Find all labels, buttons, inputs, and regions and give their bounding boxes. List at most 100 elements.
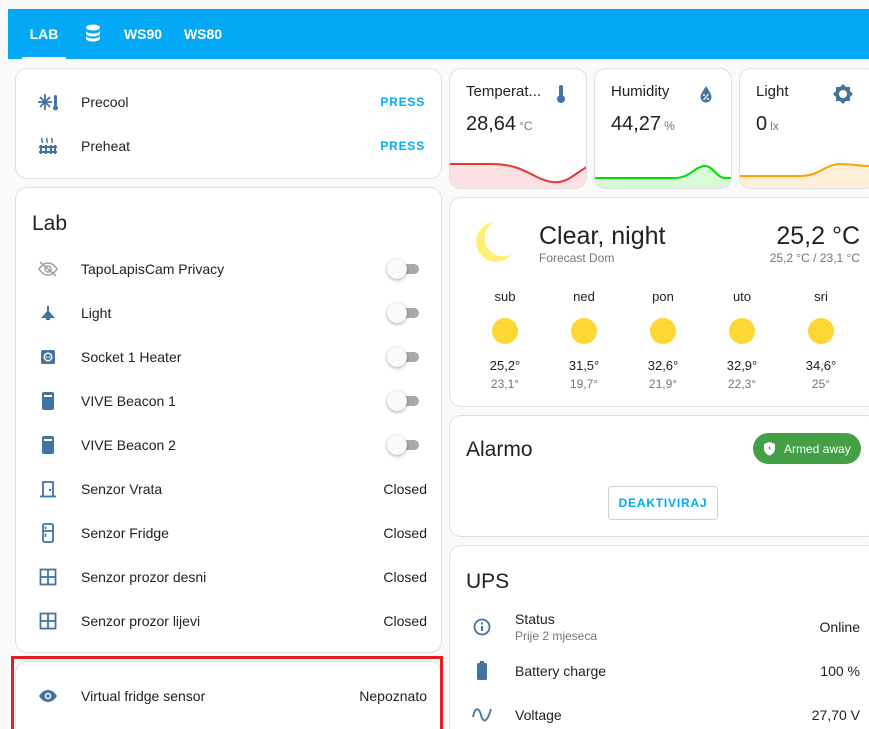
ups-title: UPS: [466, 570, 510, 593]
tab-ws90-label: WS90: [123, 26, 163, 42]
entity-state: Closed: [383, 613, 427, 629]
top-app-bar: LAB WS90 WS80: [8, 9, 869, 59]
tab-lab[interactable]: LAB: [22, 9, 66, 59]
sensor-value: 44,27%: [611, 113, 675, 136]
forecast-high: 32,6°: [647, 358, 679, 373]
toggle-switch[interactable]: [387, 435, 421, 455]
deaktiviraj-button[interactable]: DEAKTIVIRAJ: [608, 486, 718, 520]
fridge-icon: [36, 521, 60, 545]
window-icon: [36, 609, 60, 633]
tab-database[interactable]: [80, 9, 106, 59]
humidity-graph: [595, 164, 731, 188]
precool-press-button[interactable]: PRESS: [380, 95, 425, 109]
forecast-day-name: sub: [494, 289, 516, 304]
preheat-row: Preheat PRESS: [16, 124, 441, 168]
sensor-unit: lx: [770, 119, 779, 133]
highlight-box: [11, 656, 443, 729]
socket-icon: [36, 345, 60, 369]
preheat-press-button[interactable]: PRESS: [380, 139, 425, 153]
precool-row: Precool PRESS: [16, 80, 441, 124]
forecast-day: sub 25,2° 23,1°: [475, 289, 535, 391]
water-percent-icon: [695, 83, 717, 105]
radiator-icon: [36, 134, 60, 158]
sensor-value: 28,64 °C: [466, 113, 533, 136]
entity-label: Socket 1 Heater: [81, 349, 182, 365]
entity-state: Closed: [383, 525, 427, 541]
forecast-low: 25°: [811, 377, 831, 391]
sensor-name: Light: [756, 83, 789, 100]
forecast-high: 32,9°: [726, 358, 758, 373]
entity-label: VIVE Beacon 2: [81, 437, 176, 453]
tab-ws80[interactable]: WS80: [180, 9, 226, 59]
brightness-icon: [832, 83, 854, 105]
entity-state: Closed: [383, 481, 427, 497]
ups-battery-row[interactable]: Battery charge 100 %: [450, 649, 869, 693]
weather-condition: Clear, night: [539, 222, 666, 250]
entity-row[interactable]: Senzor Vrata Closed: [16, 467, 441, 511]
entity-row[interactable]: Senzor prozor desni Closed: [16, 555, 441, 599]
entity-state: Closed: [383, 569, 427, 585]
ups-status-sub: Prije 2 mjeseca: [515, 629, 598, 643]
temperature-graph: [450, 163, 586, 188]
entity-row[interactable]: TapoLapisCam Privacy: [16, 247, 441, 291]
weather-card[interactable]: Clear, night Forecast Dom 25,2 °C 25,2 °…: [449, 197, 869, 407]
entity-label: VIVE Beacon 1: [81, 393, 176, 409]
forecast-day-name: sri: [814, 289, 828, 304]
entity-row[interactable]: Senzor Fridge Closed: [16, 511, 441, 555]
sine-wave-icon: [470, 703, 494, 727]
sensor-value: 0 lx: [756, 113, 779, 136]
toggle-switch[interactable]: [387, 259, 421, 279]
sensor-value-number: 44,27: [611, 113, 662, 135]
sun-icon: [650, 318, 676, 344]
entity-row[interactable]: VIVE Beacon 1: [16, 379, 441, 423]
entity-label: Light: [81, 305, 112, 321]
info-icon: [470, 615, 494, 639]
sun-icon: [492, 318, 518, 344]
entity-row[interactable]: VIVE Beacon 2: [16, 423, 441, 467]
sensor-name: Temperat...: [466, 83, 542, 100]
light-sensor-card[interactable]: Light 0 lx: [739, 68, 869, 189]
toggle-switch[interactable]: [387, 391, 421, 411]
lab-card: Lab TapoLapisCam Privacy Light Socket 1 …: [15, 187, 442, 653]
alarmo-title: Alarmo: [466, 438, 533, 461]
toggle-switch[interactable]: [387, 347, 421, 367]
beacon-icon: [36, 389, 60, 413]
weather-source: Forecast Dom: [539, 251, 615, 265]
ups-battery-label: Battery charge: [515, 663, 607, 679]
entity-label: Senzor prozor lijevi: [81, 613, 201, 629]
forecast-day-name: uto: [732, 289, 752, 304]
sensor-value-number: 0: [756, 113, 768, 135]
forecast-day: pon 32,6° 21,9°: [633, 289, 693, 391]
weather-range: 25,2 °C / 23,1 °C: [769, 251, 860, 265]
entity-row[interactable]: Socket 1 Heater: [16, 335, 441, 379]
forecast-day: uto 32,9° 22,3°: [712, 289, 772, 391]
lab-card-title: Lab: [32, 212, 68, 235]
weather-temperature: 25,2 °C: [776, 222, 860, 250]
tab-ws80-label: WS80: [183, 26, 223, 42]
shield-icon: [763, 441, 776, 456]
ups-voltage-value: 27,70 V: [811, 707, 860, 723]
preheat-label: Preheat: [81, 138, 131, 154]
ups-voltage-label: Voltage: [515, 707, 562, 723]
ups-card: UPS Status Prije 2 mjeseca Online Batter…: [449, 545, 869, 729]
tab-ws90[interactable]: WS90: [120, 9, 166, 59]
ups-voltage-row[interactable]: Voltage 27,70 V: [450, 693, 869, 729]
entity-label: Senzor Vrata: [81, 481, 163, 497]
forecast-day-name: ned: [573, 289, 595, 304]
ups-status-row[interactable]: Status Prije 2 mjeseca Online: [450, 605, 869, 649]
eye-off-icon: [36, 257, 60, 281]
ups-status-value: Online: [819, 619, 860, 635]
sun-icon: [571, 318, 597, 344]
toggle-switch[interactable]: [387, 303, 421, 323]
sensor-unit: %: [664, 119, 675, 133]
forecast-high: 34,6°: [805, 358, 837, 373]
entity-row[interactable]: Senzor prozor lijevi Closed: [16, 599, 441, 643]
entity-row[interactable]: Light: [16, 291, 441, 335]
temperature-sensor-card[interactable]: Temperat... 28,64 °C: [449, 68, 587, 189]
door-icon: [36, 477, 60, 501]
tab-lab-label: LAB: [29, 26, 59, 42]
armed-away-badge: Armed away: [753, 433, 861, 464]
forecast-low: 23,1°: [490, 377, 520, 391]
sun-icon: [808, 318, 834, 344]
humidity-sensor-card[interactable]: Humidity 44,27%: [594, 68, 732, 189]
